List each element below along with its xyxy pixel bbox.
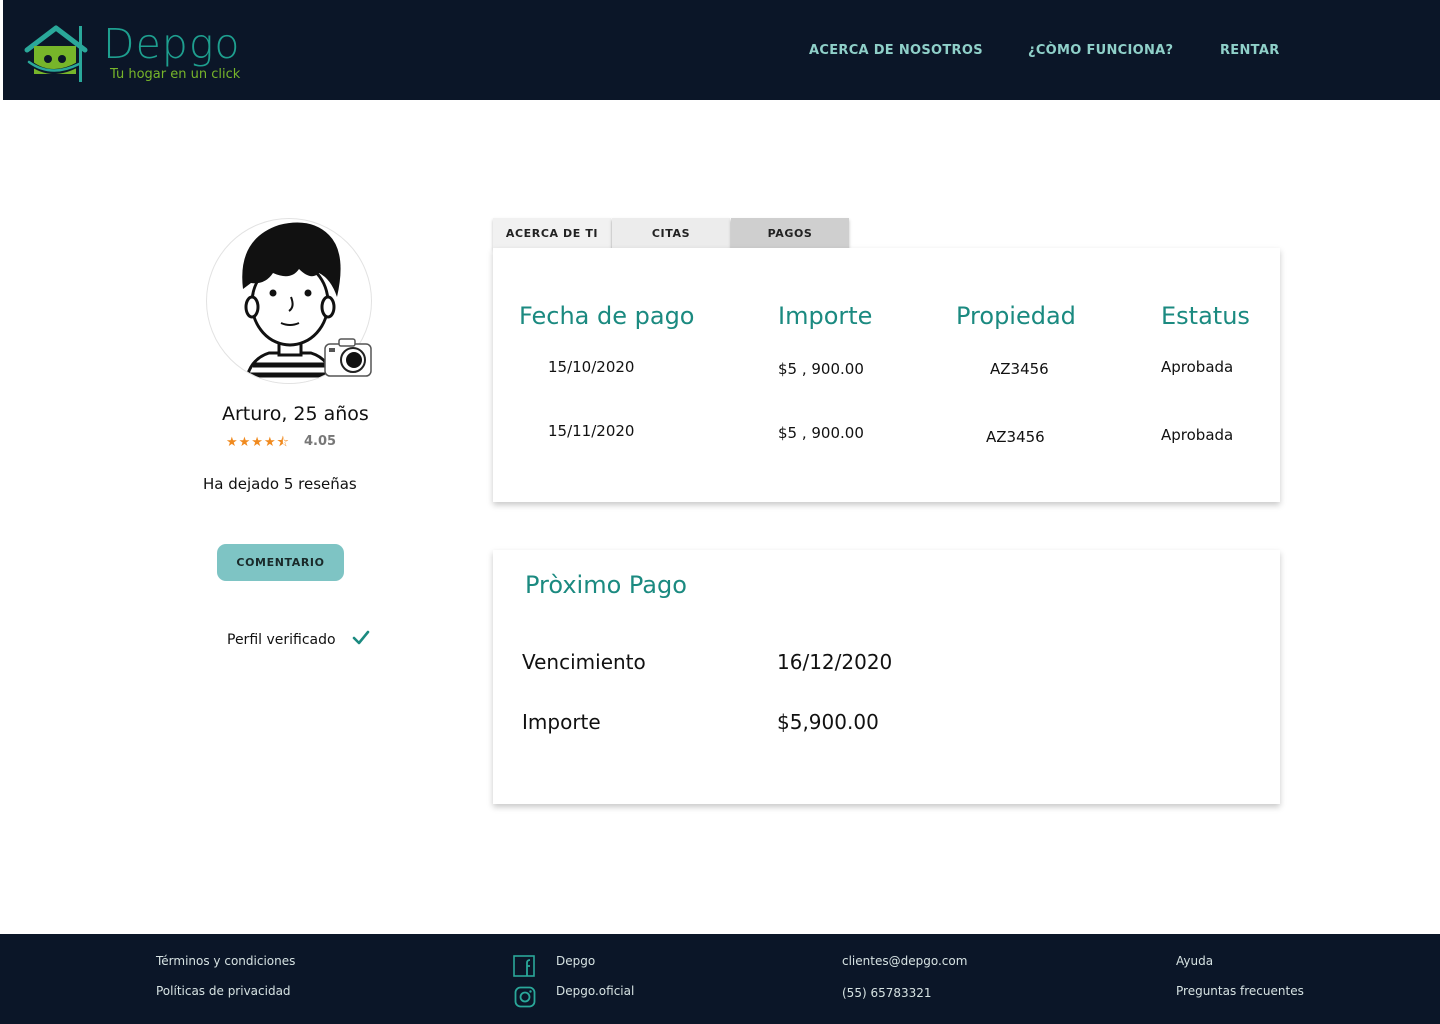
comment-button[interactable]: COMENTARIO [217,544,344,581]
rating-stars: ★★★★⯪ [226,435,290,450]
cell-property: AZ3456 [986,428,1045,446]
amount-value: $5,900.00 [777,710,879,734]
verified-label: Perfil verificado [227,632,336,648]
brand-tagline: Tu hogar en un click [110,67,241,82]
top-navbar: Depgo Tu hogar en un click ACERCA DE NOS… [3,0,1440,100]
footer-facebook-link[interactable]: Depgo [556,954,595,968]
footer: Términos y condiciones Políticas de priv… [0,934,1440,1024]
tab-about-you[interactable]: ACERCA DE TI [493,218,611,249]
next-payment-card: Pròximo Pago Vencimiento 16/12/2020 Impo… [493,550,1280,804]
footer-privacy-link[interactable]: Políticas de privacidad [156,984,291,998]
due-date-value: 16/12/2020 [777,650,893,674]
brand-name[interactable]: Depgo [103,20,241,68]
footer-faq-link[interactable]: Preguntas frecuentes [1176,984,1304,998]
tab-payments[interactable]: PAGOS [731,218,849,249]
footer-email-link[interactable]: clientes@depgo.com [842,954,967,968]
logo-divider [79,26,82,82]
camera-icon[interactable] [323,336,375,378]
column-header-property: Propiedad [956,302,1076,330]
next-payment-title: Pròximo Pago [525,571,687,599]
amount-label: Importe [522,710,601,734]
rating-value: 4.05 [304,434,337,449]
tab-appointments[interactable]: CITAS [612,218,730,249]
footer-instagram-link[interactable]: Depgo.oficial [556,984,634,998]
footer-help-link[interactable]: Ayuda [1176,954,1213,968]
payments-table: Fecha de pago Importe Propiedad Estatus … [493,248,1280,502]
profile-name: Arturo, 25 años [222,403,369,425]
cell-amount: $5 , 900.00 [778,360,864,378]
check-icon [352,630,370,645]
column-header-status: Estatus [1161,302,1250,330]
facebook-icon[interactable] [513,955,535,977]
cell-status: Aprobada [1161,426,1234,444]
cell-date: 15/11/2020 [548,422,635,440]
footer-phone[interactable]: (55) 65783321 [842,986,932,1000]
nav-how-it-works[interactable]: ¿CÒMO FUNCIONA? [1028,43,1173,58]
footer-terms-link[interactable]: Términos y condiciones [156,954,295,968]
column-header-amount: Importe [778,302,873,330]
cell-date: 15/10/2020 [548,358,635,376]
cell-status: Aprobada [1161,358,1234,376]
cell-property: AZ3456 [990,360,1049,378]
nav-about-us[interactable]: ACERCA DE NOSOTROS [809,43,983,58]
column-header-date: Fecha de pago [519,302,695,330]
reviews-count: Ha dejado 5 reseñas [203,475,357,493]
instagram-icon[interactable] [514,986,536,1008]
nav-rent[interactable]: RENTAR [1220,43,1280,58]
due-date-label: Vencimiento [522,650,646,674]
cell-amount: $5 , 900.00 [778,424,864,442]
